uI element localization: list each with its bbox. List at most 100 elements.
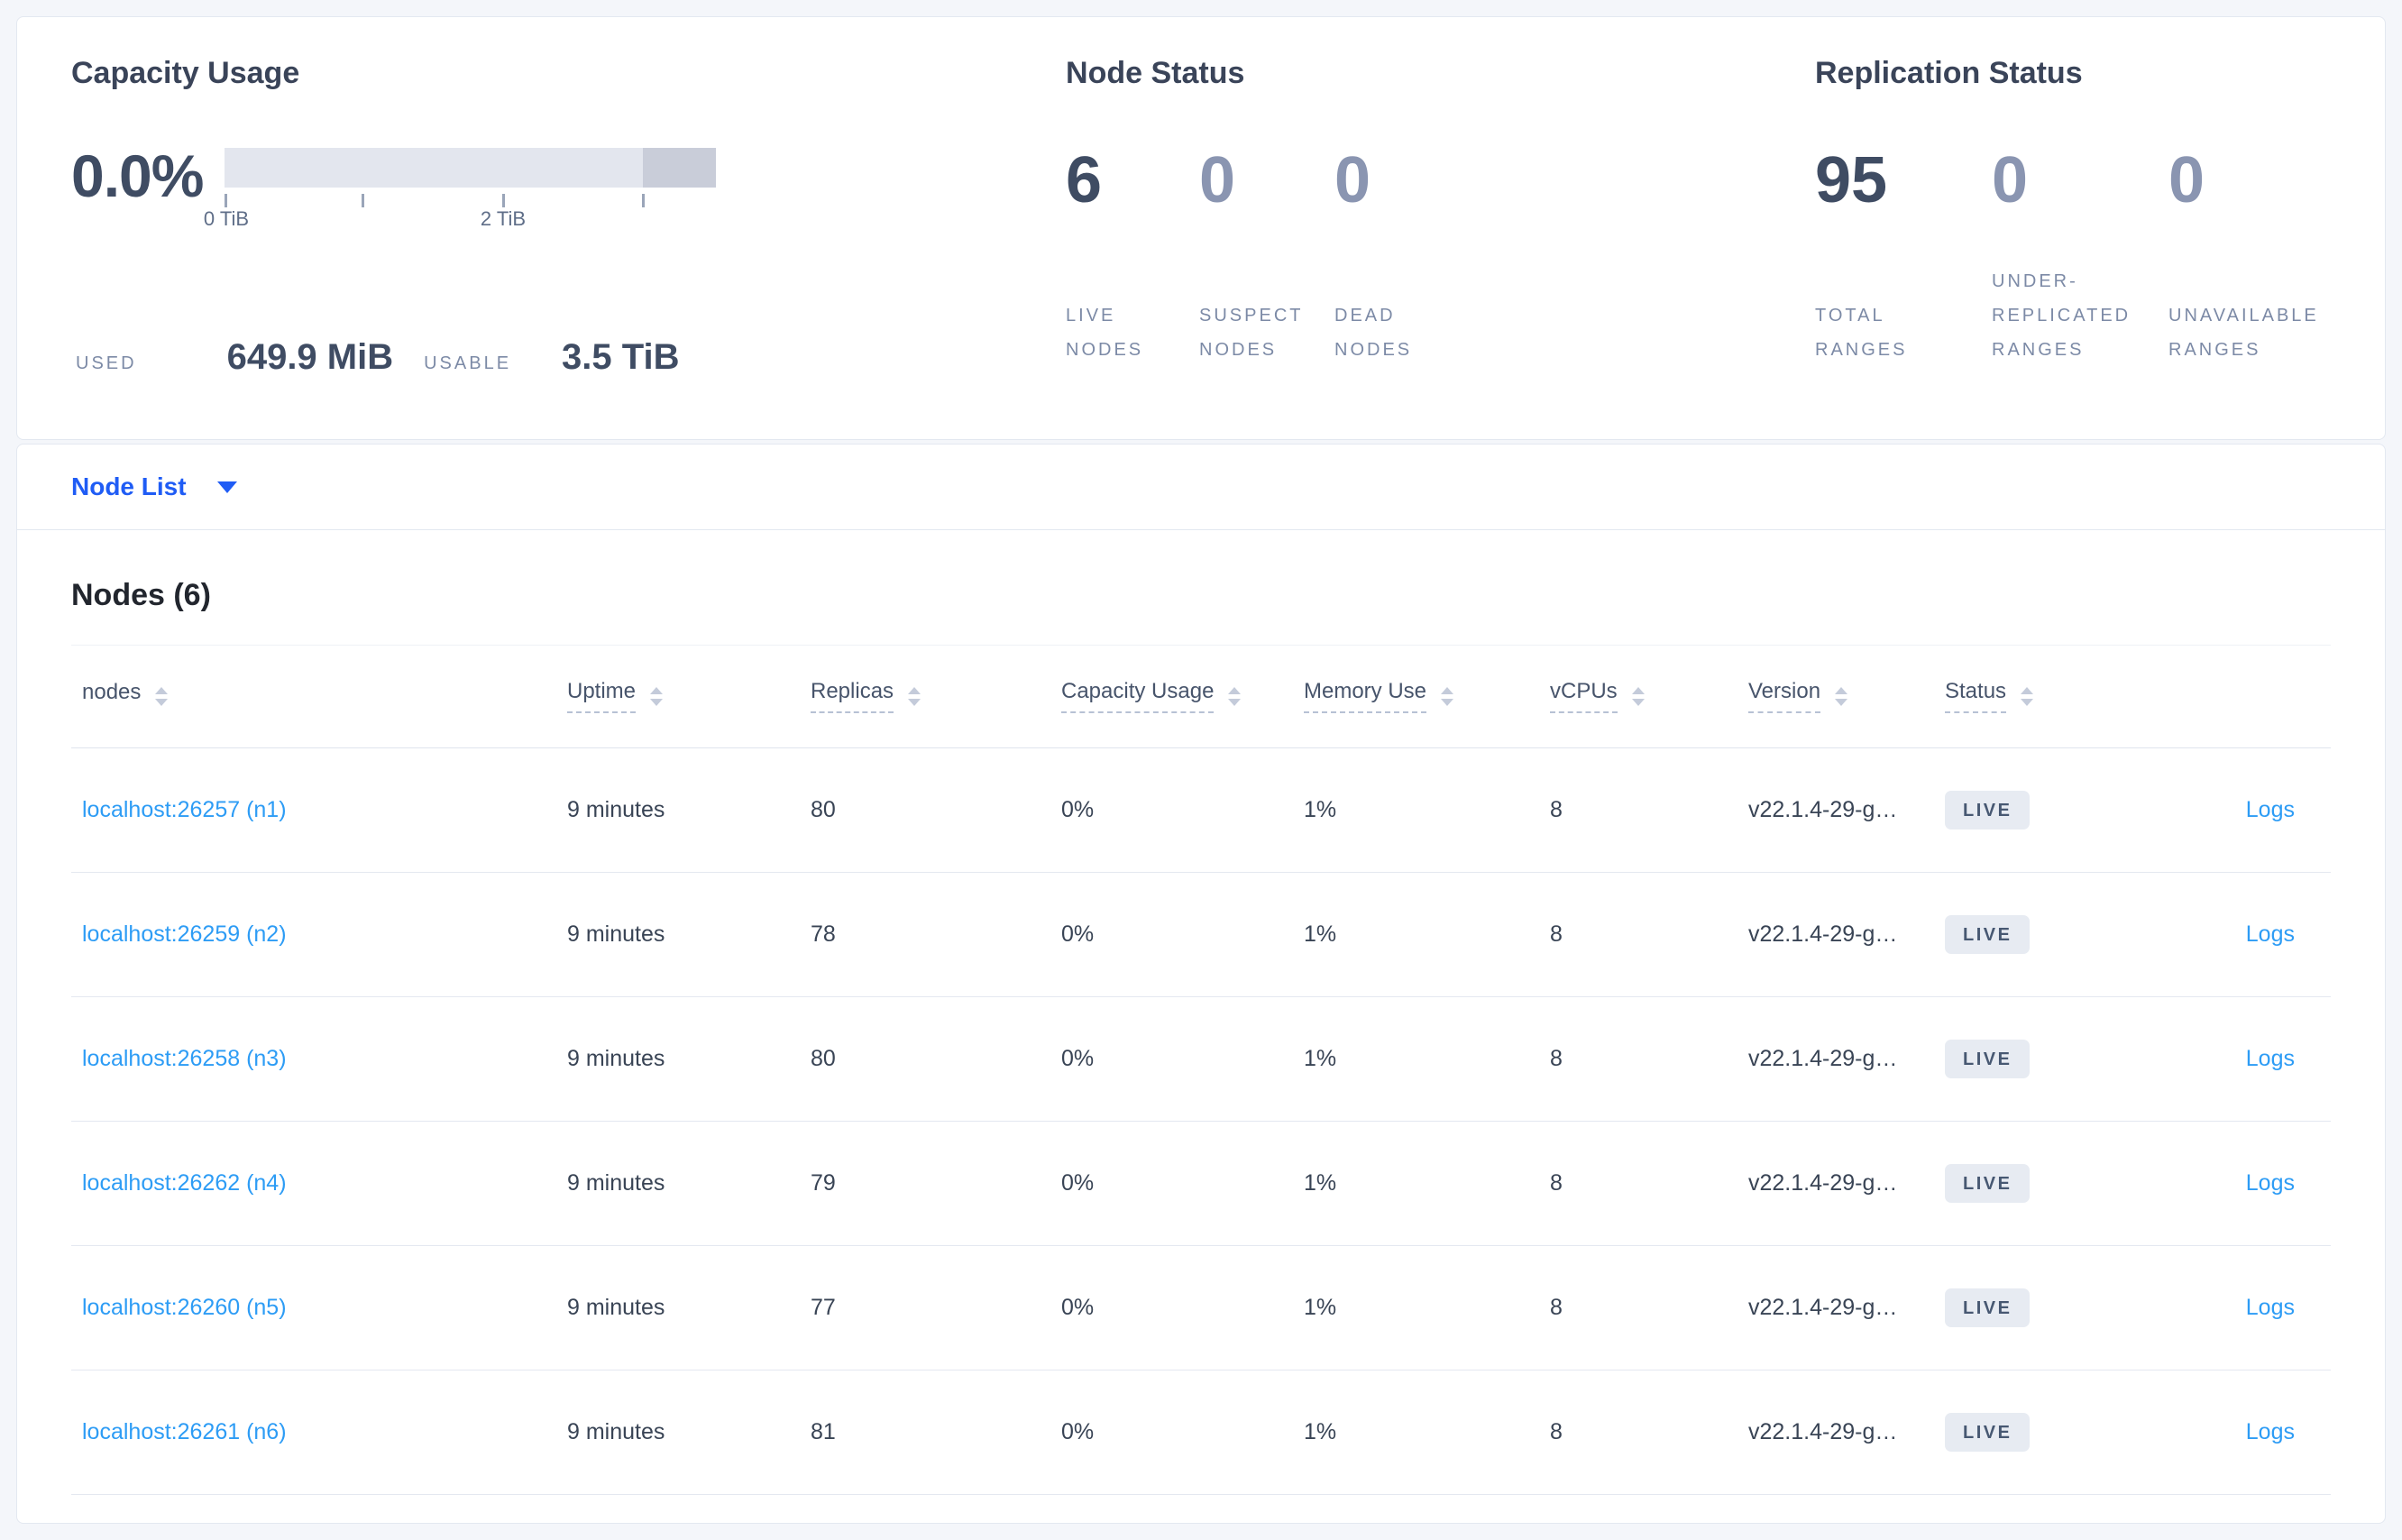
view-selector-bar: Node List [16, 444, 2386, 530]
uptime-cell: 9 minutes [567, 1045, 665, 1071]
sort-icon [1835, 686, 1848, 706]
sort-icon [155, 686, 169, 706]
memory-use-cell: 1% [1304, 796, 1337, 822]
axis-tick-2tib [502, 194, 505, 208]
column-header-status[interactable]: Status [1945, 679, 2143, 714]
cluster-summary-card: Capacity Usage 0.0% 0 TiB 2 TiB USED 649… [16, 16, 2386, 440]
axis-tick-3tib [642, 194, 645, 208]
replicas-cell: 80 [811, 1045, 836, 1071]
live-nodes-label: LIVE NODES [1066, 306, 1144, 360]
version-cell: v22.1.4-29-g… [1748, 921, 1898, 947]
table-row: localhost:26259 (n2) 9 minutes 78 0% 1% … [71, 873, 2331, 997]
logs-link[interactable]: Logs [2246, 921, 2295, 947]
table-row: localhost:26258 (n3) 9 minutes 80 0% 1% … [71, 997, 2331, 1122]
capacity-usage-cell: 0% [1061, 1045, 1095, 1071]
node-address-link[interactable]: localhost:26259 (n2) [82, 921, 287, 947]
sort-icon [1631, 686, 1645, 706]
sort-icon [908, 686, 921, 706]
sort-icon [1441, 686, 1454, 706]
suspect-nodes-stat: 0 SUSPECT NODES [1199, 148, 1334, 439]
node-address-link[interactable]: localhost:26257 (n1) [82, 797, 287, 822]
column-header-memory-use[interactable]: Memory Use [1304, 679, 1550, 714]
dead-nodes-stat: 0 DEAD NODES [1334, 148, 1497, 439]
column-header-replicas[interactable]: Replicas [811, 679, 1061, 714]
replicas-cell: 78 [811, 921, 836, 947]
axis-tick-0tib [225, 194, 227, 208]
unavailable-ranges-label: UNAVAILABLE RANGES [2168, 306, 2319, 360]
capacity-bar-track [225, 148, 716, 188]
under-replicated-ranges-stat: 0 UNDER- REPLICATED RANGES [1992, 148, 2168, 439]
column-header-vcpus[interactable]: vCPUs [1550, 679, 1748, 714]
uptime-cell: 9 minutes [567, 796, 665, 822]
column-header-uptime[interactable]: Uptime [567, 679, 811, 714]
capacity-bar-chart: 0 TiB 2 TiB [204, 148, 716, 234]
total-ranges-label: TOTAL RANGES [1815, 306, 1908, 360]
version-cell: v22.1.4-29-g… [1748, 1045, 1898, 1071]
column-header-nodes[interactable]: nodes [71, 680, 567, 712]
capacity-usage-cell: 0% [1061, 921, 1095, 947]
axis-tick-1tib [362, 194, 364, 208]
version-cell: v22.1.4-29-g… [1748, 1169, 1898, 1196]
replication-stats: 95 TOTAL RANGES 0 UNDER- REPLICATED RANG… [1815, 148, 2385, 439]
nodes-table-card: Nodes (6) nodes Uptime Replicas Capacity… [16, 530, 2386, 1524]
table-row: localhost:26261 (n6) 9 minutes 81 0% 1% … [71, 1370, 2331, 1495]
total-ranges-value: 95 [1815, 144, 1888, 217]
status-badge: LIVE [1945, 1412, 2031, 1452]
version-cell: v22.1.4-29-g… [1748, 796, 1898, 822]
suspect-nodes-label: SUSPECT NODES [1199, 306, 1304, 360]
node-address-link[interactable]: localhost:26261 (n6) [82, 1419, 287, 1444]
nodes-table-title: Nodes (6) [71, 578, 211, 612]
vcpus-cell: 8 [1550, 1418, 1563, 1444]
logs-link[interactable]: Logs [2246, 1419, 2295, 1444]
node-address-link[interactable]: localhost:26260 (n5) [82, 1295, 287, 1320]
dead-nodes-label: DEAD NODES [1334, 306, 1413, 360]
memory-use-cell: 1% [1304, 1418, 1337, 1444]
sort-icon [650, 686, 664, 706]
cluster-overview-page: Capacity Usage 0.0% 0 TiB 2 TiB USED 649… [0, 0, 2402, 1524]
status-badge: LIVE [1945, 1288, 2031, 1327]
total-ranges-stat: 95 TOTAL RANGES [1815, 148, 1992, 439]
node-list-dropdown-label: Node List [71, 472, 187, 500]
memory-use-cell: 1% [1304, 1294, 1337, 1320]
version-cell: v22.1.4-29-g… [1748, 1418, 1898, 1444]
replication-status-title: Replication Status [1815, 56, 2083, 90]
version-cell: v22.1.4-29-g… [1748, 1294, 1898, 1320]
capacity-percent-value: 0.0% [71, 142, 204, 210]
logs-link[interactable]: Logs [2246, 1295, 2295, 1320]
logs-link[interactable]: Logs [2246, 1170, 2295, 1196]
capacity-usage-section: Capacity Usage 0.0% 0 TiB 2 TiB USED 649… [71, 56, 1066, 439]
usable-value: 3.5 TiB [562, 337, 680, 377]
used-value: 649.9 MiB [226, 337, 394, 377]
node-status-stats: 6 LIVE NODES 0 SUSPECT NODES 0 DEAD NODE… [1066, 148, 1815, 439]
vcpus-cell: 8 [1550, 921, 1563, 947]
node-status-title: Node Status [1066, 56, 1245, 90]
chevron-down-icon [216, 481, 237, 493]
axis-label-2tib: 2 TiB [480, 207, 527, 231]
capacity-bar-overflow-segment [643, 148, 716, 188]
logs-link[interactable]: Logs [2246, 797, 2295, 822]
nodes-table-header: nodes Uptime Replicas Capacity Usage Mem… [71, 644, 2331, 748]
table-row: localhost:26257 (n1) 9 minutes 80 0% 1% … [71, 748, 2331, 873]
column-header-capacity-usage[interactable]: Capacity Usage [1061, 679, 1304, 714]
sort-icon [1228, 686, 1242, 706]
node-address-link[interactable]: localhost:26258 (n3) [82, 1046, 287, 1071]
logs-link[interactable]: Logs [2246, 1046, 2295, 1071]
replicas-cell: 77 [811, 1294, 836, 1320]
memory-use-cell: 1% [1304, 921, 1337, 947]
node-list-dropdown[interactable]: Node List [71, 472, 237, 501]
capacity-axis-labels: 0 TiB 2 TiB [204, 207, 716, 234]
under-replicated-ranges-label: UNDER- REPLICATED RANGES [1992, 271, 2132, 360]
capacity-usage-cell: 0% [1061, 796, 1095, 822]
column-header-version[interactable]: Version [1748, 679, 1945, 714]
replicas-cell: 79 [811, 1169, 836, 1196]
table-row: localhost:26262 (n4) 9 minutes 79 0% 1% … [71, 1122, 2331, 1246]
vcpus-cell: 8 [1550, 796, 1563, 822]
sort-icon [2021, 686, 2034, 706]
capacity-usage-cell: 0% [1061, 1169, 1095, 1196]
node-address-link[interactable]: localhost:26262 (n4) [82, 1170, 287, 1196]
capacity-usage-cell: 0% [1061, 1418, 1095, 1444]
replicas-cell: 81 [811, 1418, 836, 1444]
capacity-usage-cell: 0% [1061, 1294, 1095, 1320]
under-replicated-ranges-value: 0 [1992, 144, 2029, 217]
capacity-used-usable-row: USED 649.9 MiB USABLE 3.5 TiB [71, 337, 1066, 378]
